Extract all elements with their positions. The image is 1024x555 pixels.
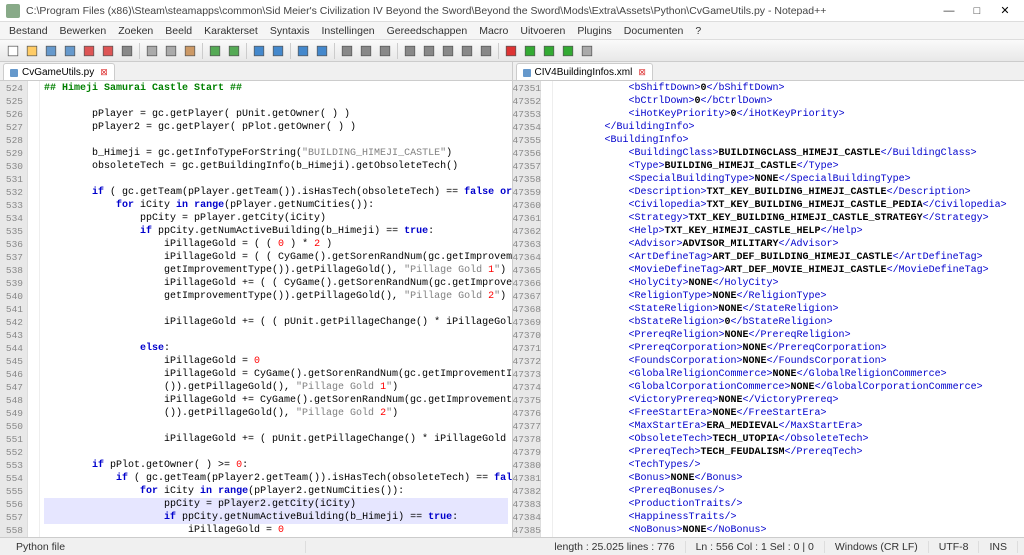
right-editor[interactable]: 47351 47352 47353 47354 47355 47356 4735…	[513, 81, 1024, 537]
tab-label: CvGameUtils.py	[22, 67, 94, 78]
status-filetype: Python file	[6, 541, 306, 553]
statusbar: Python file length : 25.025 lines : 776 …	[0, 537, 1024, 555]
copy-button[interactable]	[162, 42, 180, 60]
fold-margin[interactable]	[28, 81, 40, 537]
word-wrap-button[interactable]	[338, 42, 356, 60]
tab-left-file[interactable]: CvGameUtils.py ⊠	[3, 63, 115, 80]
maximize-button[interactable]: □	[964, 3, 990, 19]
print-button[interactable]	[118, 42, 136, 60]
toolbar	[0, 40, 1024, 62]
menubar: BestandBewerkenZoekenBeeldKaraktersetSyn…	[0, 22, 1024, 40]
tab-right-file[interactable]: CIV4BuildingInfos.xml ⊠	[516, 63, 653, 80]
undo-button[interactable]	[206, 42, 224, 60]
func-list-button[interactable]	[439, 42, 457, 60]
play-multi-button[interactable]	[559, 42, 577, 60]
stop-button[interactable]	[578, 42, 596, 60]
close-tab-icon[interactable]: ⊠	[100, 67, 108, 78]
left-pane: CvGameUtils.py ⊠ 524 525 526 527 528 529…	[0, 62, 513, 537]
save-button[interactable]	[42, 42, 60, 60]
workspace: CvGameUtils.py ⊠ 524 525 526 527 528 529…	[0, 62, 1024, 537]
save-all-button[interactable]	[61, 42, 79, 60]
monitor-button[interactable]	[477, 42, 495, 60]
open-file-button[interactable]	[23, 42, 41, 60]
status-insert-mode: INS	[979, 541, 1018, 553]
file-icon	[523, 69, 531, 77]
left-code[interactable]: ## Himeji Samurai Castle Start ## pPlaye…	[40, 81, 512, 537]
app-icon	[6, 4, 20, 18]
right-pane: CIV4BuildingInfos.xml ⊠ 47351 47352 4735…	[513, 62, 1024, 537]
menu-documenten[interactable]: Documenten	[619, 23, 689, 39]
close-all-button[interactable]	[99, 42, 117, 60]
paste-button[interactable]	[181, 42, 199, 60]
menu-gereedschappen[interactable]: Gereedschappen	[382, 23, 473, 39]
right-code[interactable]: <bShiftDown>0</bShiftDown> <bCtrlDown>0<…	[553, 81, 1024, 537]
menu-bestand[interactable]: Bestand	[4, 23, 53, 39]
right-tabbar: CIV4BuildingInfos.xml ⊠	[513, 62, 1024, 81]
close-button[interactable]: ✕	[992, 3, 1018, 19]
left-editor[interactable]: 524 525 526 527 528 529 530 531 532 533 …	[0, 81, 512, 537]
close-tab-icon[interactable]: ⊠	[638, 67, 646, 78]
status-encoding: UTF-8	[929, 541, 980, 553]
lang-button[interactable]	[401, 42, 419, 60]
menu-beeld[interactable]: Beeld	[160, 23, 197, 39]
show-all-chars-button[interactable]	[357, 42, 375, 60]
menu-?[interactable]: ?	[690, 23, 706, 39]
right-gutter: 47351 47352 47353 47354 47355 47356 4735…	[513, 81, 541, 537]
fold-margin[interactable]	[541, 81, 553, 537]
status-length: length : 25.025 lines : 776	[544, 541, 685, 553]
titlebar: C:\Program Files (x86)\Steam\steamapps\c…	[0, 0, 1024, 22]
tab-label: CIV4BuildingInfos.xml	[535, 67, 633, 78]
indent-guide-button[interactable]	[376, 42, 394, 60]
status-position: Ln : 556 Col : 1 Sel : 0 | 0	[686, 541, 825, 553]
menu-karakterset[interactable]: Karakterset	[199, 23, 263, 39]
record-macro-button[interactable]	[502, 42, 520, 60]
window-title: C:\Program Files (x86)\Steam\steamapps\c…	[26, 5, 928, 17]
zoom-out-button[interactable]	[313, 42, 331, 60]
doc-map-button[interactable]	[420, 42, 438, 60]
left-gutter: 524 525 526 527 528 529 530 531 532 533 …	[0, 81, 28, 537]
minimize-button[interactable]: —	[936, 3, 962, 19]
menu-instellingen[interactable]: Instellingen	[317, 23, 380, 39]
cut-button[interactable]	[143, 42, 161, 60]
menu-uitvoeren[interactable]: Uitvoeren	[515, 23, 570, 39]
find-button[interactable]	[250, 42, 268, 60]
zoom-in-button[interactable]	[294, 42, 312, 60]
replace-button[interactable]	[269, 42, 287, 60]
menu-bewerken[interactable]: Bewerken	[55, 23, 112, 39]
run-button[interactable]	[540, 42, 558, 60]
close-button[interactable]	[80, 42, 98, 60]
play-macro-button[interactable]	[521, 42, 539, 60]
menu-syntaxis[interactable]: Syntaxis	[265, 23, 315, 39]
redo-button[interactable]	[225, 42, 243, 60]
menu-zoeken[interactable]: Zoeken	[113, 23, 158, 39]
menu-plugins[interactable]: Plugins	[572, 23, 616, 39]
folder-view-button[interactable]	[458, 42, 476, 60]
left-tabbar: CvGameUtils.py ⊠	[0, 62, 512, 81]
new-file-button[interactable]	[4, 42, 22, 60]
menu-macro[interactable]: Macro	[474, 23, 513, 39]
status-eol: Windows (CR LF)	[825, 541, 929, 553]
file-icon	[10, 69, 18, 77]
